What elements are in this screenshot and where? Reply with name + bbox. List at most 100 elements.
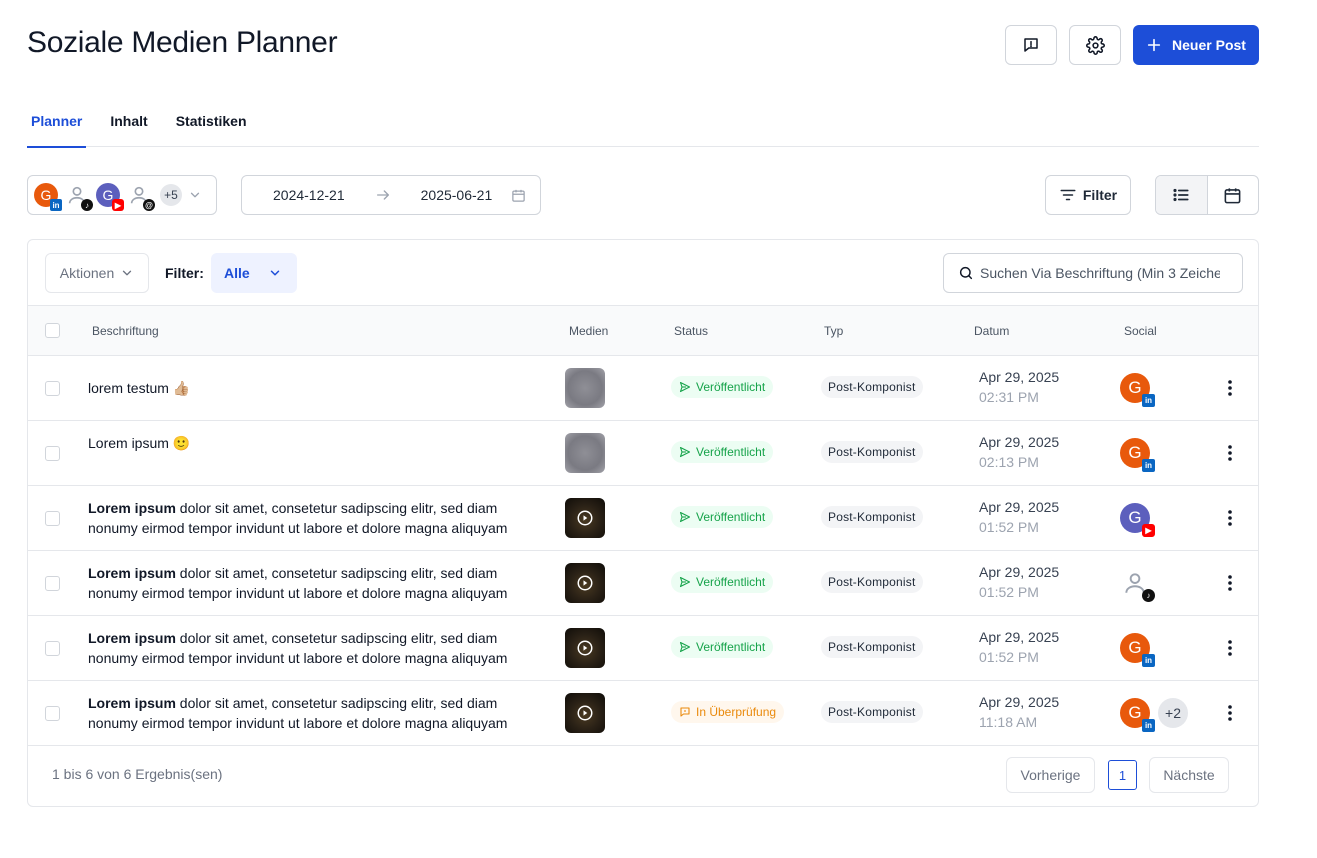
status-filter-dropdown[interactable]: Alle [211, 253, 297, 293]
table-row[interactable]: Lorem ipsum 🙂 Veröffentlicht Post-Kompon… [28, 421, 1258, 486]
social-accounts: G in +2 [1120, 698, 1188, 732]
media-thumbnail[interactable] [565, 498, 605, 538]
status-badge: In Überprüfung [671, 701, 785, 723]
caption-bold: Lorem ipsum [88, 565, 176, 581]
post-time: 11:18 AM [979, 714, 1038, 730]
caption-text: nonumy eirmod tempor invidunt ut labore … [88, 520, 508, 536]
tab-statistiken[interactable]: Statistiken [172, 104, 251, 147]
threads-icon: @ [143, 199, 155, 211]
status-text: In Überprüfung [696, 705, 777, 719]
message-alert-icon [1024, 38, 1038, 52]
media-thumbnail[interactable] [565, 433, 605, 473]
caption-text: dolor sit amet, consetetur sadipscing el… [175, 500, 498, 516]
message-alert-icon [680, 707, 690, 717]
avatar-initial: G [1128, 703, 1142, 722]
status-badge: Veröffentlicht [671, 376, 774, 398]
caption-text: Lorem ipsum 🙂 [88, 435, 191, 451]
list-view-button[interactable] [1156, 176, 1208, 214]
row-checkbox[interactable] [45, 706, 60, 721]
select-all-checkbox[interactable] [45, 323, 60, 338]
settings-button[interactable] [1069, 25, 1121, 65]
youtube-icon: ▶ [112, 199, 124, 211]
status-badge: Veröffentlicht [671, 571, 774, 593]
caption-text: nonumy eirmod tempor invidunt ut labore … [88, 585, 508, 601]
avatar: G in [34, 183, 62, 211]
filter-button[interactable]: Filter [1045, 175, 1131, 215]
kebab-icon[interactable] [1225, 703, 1235, 723]
social-accounts: G in [1120, 633, 1156, 667]
caption-text: lorem testum 👍🏼 [88, 380, 191, 396]
table-row[interactable]: lorem testum 👍🏼 Veröffentlicht Post-Komp… [28, 356, 1258, 421]
status-badge: Veröffentlicht [671, 441, 774, 463]
prev-page-button[interactable]: Vorherige [1006, 757, 1095, 793]
avatar: G ▶ [1120, 503, 1155, 537]
type-badge: Post-Komponist [821, 441, 923, 463]
status-text: Veröffentlicht [696, 575, 766, 589]
column-header-social: Social [1124, 324, 1157, 338]
post-time: 01:52 PM [979, 519, 1039, 535]
page-title: Soziale Medien Planner [27, 26, 338, 59]
row-checkbox[interactable] [45, 381, 60, 396]
row-checkbox[interactable] [45, 446, 60, 461]
column-header-status: Status [674, 324, 709, 338]
media-thumbnail[interactable] [565, 563, 605, 603]
type-badge: Post-Komponist [821, 376, 923, 398]
row-caption: Lorem ipsum dolor sit amet, consetetur s… [88, 498, 543, 538]
youtube-icon: ▶ [1142, 524, 1155, 537]
table-row[interactable]: Lorem ipsum dolor sit amet, consetetur s… [28, 681, 1258, 746]
kebab-icon[interactable] [1225, 573, 1235, 593]
media-thumbnail[interactable] [565, 693, 605, 733]
table-row[interactable]: Lorem ipsum dolor sit amet, consetetur s… [28, 616, 1258, 681]
send-icon [679, 511, 691, 523]
search-box[interactable] [943, 253, 1243, 293]
avatar-initial: G [1128, 378, 1142, 397]
column-header-caption: Beschriftung [92, 324, 159, 338]
caption-text: dolor sit amet, consetetur sadipscing el… [175, 630, 498, 646]
status-text: Veröffentlicht [696, 510, 766, 524]
arrow-right-icon [376, 190, 389, 200]
play-circle-icon [577, 575, 593, 591]
post-date: Apr 29, 2025 [979, 499, 1060, 515]
calendar-view-button[interactable] [1208, 176, 1259, 214]
view-toggle [1155, 175, 1259, 215]
new-post-button[interactable]: Neuer Post [1133, 25, 1259, 65]
tab-planner[interactable]: Planner [27, 104, 87, 148]
chevron-down-icon [270, 270, 279, 276]
next-page-button[interactable]: Nächste [1149, 757, 1229, 793]
tab-inhalt[interactable]: Inhalt [106, 104, 151, 147]
type-badge: Post-Komponist [821, 701, 923, 723]
row-caption: Lorem ipsum dolor sit amet, consetetur s… [88, 563, 543, 603]
avatar: G ▶ [96, 183, 124, 211]
row-checkbox[interactable] [45, 511, 60, 526]
more-accounts-count: +2 [1158, 698, 1188, 728]
date-range-picker[interactable]: 2024-12-21 2025-06-21 [241, 175, 541, 215]
search-input[interactable] [980, 265, 1220, 281]
tab-bar: Planner Inhalt Statistiken [27, 104, 1259, 148]
kebab-icon[interactable] [1225, 508, 1235, 528]
media-thumbnail[interactable] [565, 628, 605, 668]
linkedin-icon: in [50, 199, 62, 211]
calendar-icon [512, 189, 525, 202]
kebab-icon[interactable] [1225, 443, 1235, 463]
post-date: Apr 29, 2025 [979, 694, 1060, 710]
type-badge: Post-Komponist [821, 506, 923, 528]
caption-text: nonumy eirmod tempor invidunt ut labore … [88, 715, 508, 731]
row-checkbox[interactable] [45, 641, 60, 656]
kebab-icon[interactable] [1225, 638, 1235, 658]
kebab-icon[interactable] [1225, 378, 1235, 398]
table-row[interactable]: Lorem ipsum dolor sit amet, consetetur s… [28, 486, 1258, 551]
feedback-button[interactable] [1005, 25, 1057, 65]
status-text: Veröffentlicht [696, 380, 766, 394]
account-picker[interactable]: G in ♪ G ▶ @ +5 [27, 175, 217, 215]
avatar: G in [1120, 633, 1155, 667]
media-thumbnail[interactable] [565, 368, 605, 408]
page-number-button[interactable]: 1 [1108, 760, 1137, 790]
table-row[interactable]: Lorem ipsum dolor sit amet, consetetur s… [28, 551, 1258, 616]
plus-icon [1147, 38, 1161, 52]
caption-bold: Lorem ipsum [88, 630, 176, 646]
send-icon [679, 576, 691, 588]
row-checkbox[interactable] [45, 576, 60, 591]
status-badge: Veröffentlicht [671, 506, 774, 528]
play-circle-icon [577, 705, 593, 721]
actions-dropdown[interactable]: Aktionen [45, 253, 149, 293]
